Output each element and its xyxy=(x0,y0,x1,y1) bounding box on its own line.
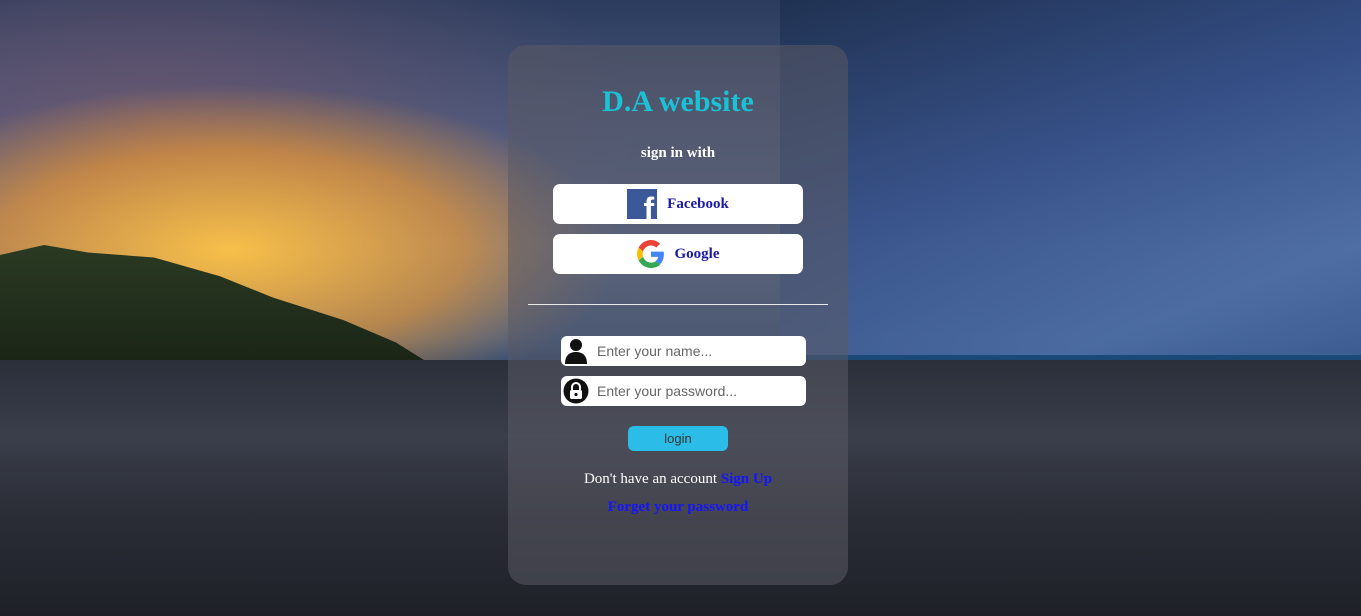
forgot-password-link[interactable]: Forget your password xyxy=(608,499,749,515)
facebook-icon: f xyxy=(627,189,658,219)
lock-icon xyxy=(563,378,589,404)
site-title: D.A website xyxy=(602,85,754,118)
sign-in-with-label: sign in with xyxy=(640,145,716,161)
login-card: D.A website sign in with f Facebook Goog… xyxy=(508,45,848,585)
background-sky xyxy=(780,0,1361,360)
signup-prompt: Don't have an account Sign Up xyxy=(508,471,848,488)
password-input[interactable] xyxy=(595,377,806,405)
sign-up-link[interactable]: Sign Up xyxy=(721,471,772,487)
name-field xyxy=(561,336,806,366)
facebook-label: Facebook xyxy=(667,195,729,212)
google-login-button[interactable]: Google xyxy=(553,234,803,274)
user-icon xyxy=(565,339,587,364)
google-icon xyxy=(636,240,664,268)
facebook-login-button[interactable]: f Facebook xyxy=(553,184,803,224)
no-account-text: Don't have an account xyxy=(583,471,718,487)
divider xyxy=(528,304,828,305)
name-input[interactable] xyxy=(595,337,806,365)
login-button[interactable]: login xyxy=(628,426,728,451)
google-label: Google xyxy=(674,245,720,262)
forgot-password-row: Forget your password xyxy=(508,499,848,516)
password-field xyxy=(561,376,806,406)
